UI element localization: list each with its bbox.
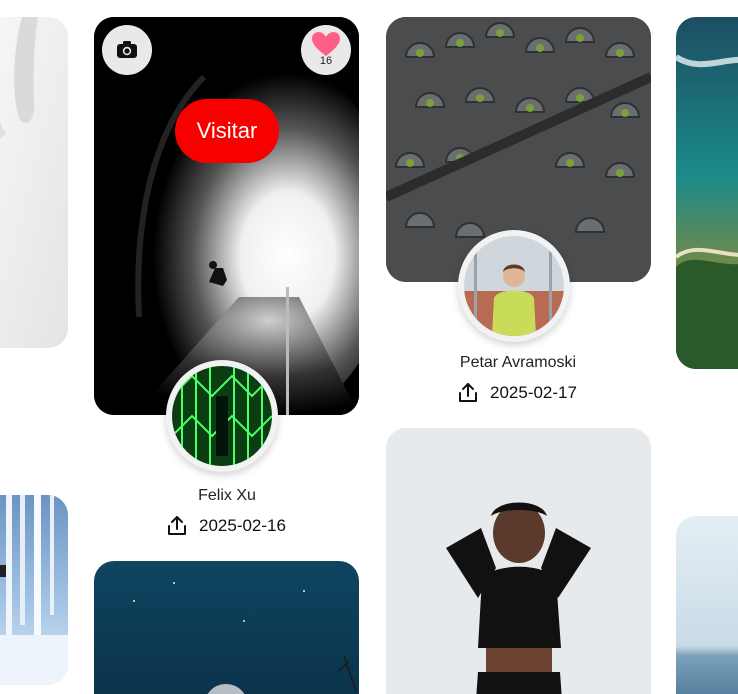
card-woman-black-outfit[interactable] bbox=[386, 428, 651, 694]
date-row-felix: 2025-02-16 bbox=[165, 514, 286, 538]
upload-icon[interactable] bbox=[456, 381, 480, 405]
visit-button[interactable]: Visitar bbox=[175, 99, 279, 163]
white-abstract-photo bbox=[0, 17, 68, 348]
night-sky-photo bbox=[94, 561, 359, 694]
upload-date: 2025-02-16 bbox=[199, 516, 286, 535]
like-count: 16 bbox=[319, 55, 333, 67]
date-row-petar: 2025-02-17 bbox=[456, 381, 577, 405]
avatar-image bbox=[172, 366, 272, 466]
author-name-felix[interactable]: Felix Xu bbox=[166, 487, 288, 505]
woman-portrait-photo bbox=[386, 428, 651, 694]
gallery-page: 16 Visitar Felix Xu 2025-02-16 Petar Avr… bbox=[0, 0, 738, 694]
sea-horizon-photo bbox=[676, 516, 738, 694]
snowy-birch-forest-photo bbox=[0, 495, 68, 685]
camera-icon bbox=[117, 41, 137, 58]
man-yellow-hoodie-image bbox=[464, 236, 564, 336]
coastal-aerial-photo bbox=[676, 17, 738, 369]
upload-icon[interactable] bbox=[165, 514, 189, 538]
avatar-petar-avramoski[interactable] bbox=[458, 230, 570, 342]
like-button[interactable]: 16 bbox=[301, 25, 351, 75]
author-name-petar[interactable]: Petar Avramoski bbox=[438, 354, 598, 372]
avatar-felix-xu[interactable] bbox=[166, 360, 278, 472]
featured-card-tunnel[interactable]: 16 Visitar bbox=[94, 17, 359, 415]
partial-card-right-top[interactable] bbox=[676, 17, 738, 369]
partial-card-right-bottom[interactable] bbox=[676, 516, 738, 694]
upload-date: 2025-02-17 bbox=[490, 383, 577, 402]
green-gate-image bbox=[172, 366, 272, 466]
tunnel-photo bbox=[94, 17, 359, 415]
avatar-image bbox=[464, 236, 564, 336]
card-night-sky[interactable] bbox=[94, 561, 359, 694]
heart-icon bbox=[312, 32, 340, 56]
camera-button[interactable] bbox=[102, 25, 152, 75]
partial-card-left-bottom[interactable] bbox=[0, 495, 68, 685]
partial-card-left-top[interactable] bbox=[0, 17, 68, 348]
